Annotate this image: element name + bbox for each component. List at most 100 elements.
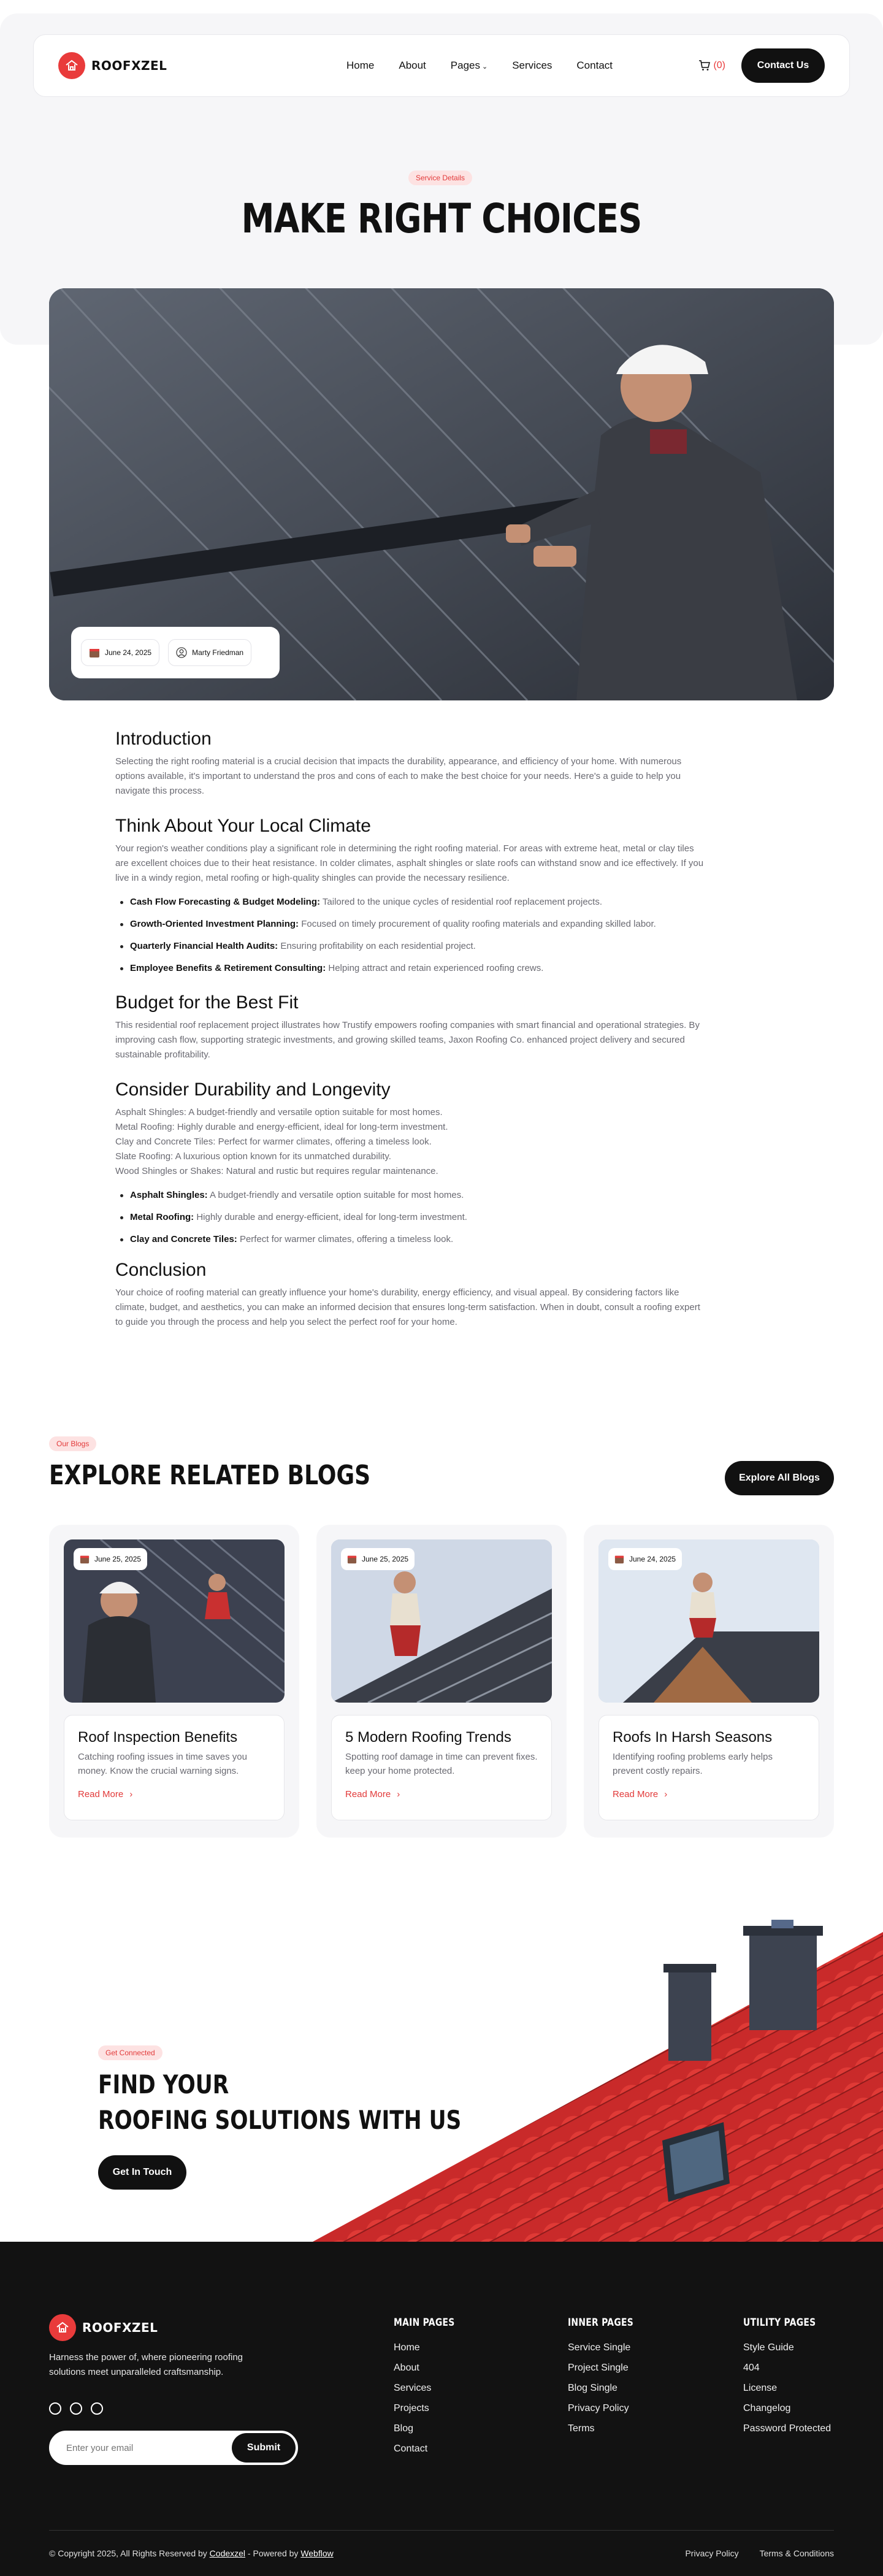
footer-link[interactable]: Project Single xyxy=(568,2363,648,2374)
blog-image: June 25, 2025 xyxy=(331,1539,552,1703)
terms-link[interactable]: Terms & Conditions xyxy=(760,2548,834,2558)
logo-icon xyxy=(58,52,85,79)
budget-paragraph: This residential roof replacement projec… xyxy=(115,1020,700,1060)
cart-button[interactable]: (0) xyxy=(698,60,725,71)
footer-link[interactable]: Service Single xyxy=(568,2342,648,2353)
cta-title-line: FIND YOUR xyxy=(98,2069,229,2099)
intro-paragraph: Selecting the right roofing material is … xyxy=(115,756,682,796)
read-more-label: Read More xyxy=(613,1789,659,1800)
read-more-link[interactable]: Read More › xyxy=(345,1789,538,1800)
nav-contact-link[interactable]: Contact xyxy=(576,59,613,72)
blog-excerpt: Spotting roof damage in time can prevent… xyxy=(345,1752,538,1776)
contact-us-button[interactable]: Contact Us xyxy=(741,48,825,83)
site-footer: ROOFXZEL Harness the power of, where pio… xyxy=(0,2242,883,2576)
chevron-right-icon: › xyxy=(397,1789,400,1800)
footer-link[interactable]: About xyxy=(394,2363,468,2374)
nav-services-link[interactable]: Services xyxy=(512,59,552,72)
cart-count: (0) xyxy=(713,60,725,71)
footer-logo[interactable]: ROOFXZEL xyxy=(49,2314,158,2341)
footer-description: Harness the power of, where pioneering r… xyxy=(49,2352,243,2377)
blog-card[interactable]: June 25, 2025 Roof Inspection Benefits C… xyxy=(49,1525,299,1838)
footer-link[interactable]: License xyxy=(743,2383,831,2394)
nav-about-link[interactable]: About xyxy=(399,59,426,72)
footer-link[interactable]: Services xyxy=(394,2383,468,2394)
pinterest-icon[interactable] xyxy=(91,2402,103,2415)
nav-pages-dropdown[interactable]: Pages ⌄ xyxy=(451,59,487,72)
footer-link[interactable]: Blog Single xyxy=(568,2383,648,2394)
cta-title-line: ROOFING SOLUTIONS WITH US xyxy=(98,2105,462,2135)
get-in-touch-button[interactable]: Get In Touch xyxy=(98,2155,186,2190)
list-item: Employee Benefits & Retirement Consultin… xyxy=(115,962,704,975)
blog-card[interactable]: June 25, 2025 5 Modern Roofing Trends Sp… xyxy=(316,1525,567,1838)
newsletter-form: Submit xyxy=(49,2431,298,2465)
climate-list: Cash Flow Forecasting & Budget Modeling:… xyxy=(115,895,704,975)
calendar-icon xyxy=(80,1555,90,1564)
blog-card[interactable]: June 24, 2025 Roofs In Harsh Seasons Ide… xyxy=(584,1525,834,1838)
footer-link[interactable]: Home xyxy=(394,2342,468,2353)
blog-body: Roofs In Harsh Seasons Identifying roofi… xyxy=(598,1715,819,1820)
blog-title[interactable]: Roof Inspection Benefits xyxy=(78,1729,270,1746)
list-item: Metal Roofing: Highly durable and energy… xyxy=(115,1211,704,1224)
codexzel-link[interactable]: Codexzel xyxy=(210,2548,245,2558)
blog-body: 5 Modern Roofing Trends Spotting roof da… xyxy=(331,1715,552,1820)
hero-image: June 24, 2025 Marty Friedman xyxy=(49,288,834,700)
article-body: Introduction Selecting the right roofing… xyxy=(115,729,704,1330)
footer-link[interactable]: Blog xyxy=(394,2423,468,2434)
read-more-label: Read More xyxy=(345,1789,391,1800)
cta-section: Get Connected FIND YOUR ROOFING SOLUTION… xyxy=(0,1920,883,2242)
blog-title[interactable]: 5 Modern Roofing Trends xyxy=(345,1729,538,1746)
hero-pill: Service Details xyxy=(408,171,473,185)
nav-pages-label: Pages xyxy=(450,59,480,71)
blog-title[interactable]: Roofs In Harsh Seasons xyxy=(613,1729,805,1746)
list-item: Cash Flow Forecasting & Budget Modeling:… xyxy=(115,895,704,909)
durability-list: Asphalt Shingles: A budget-friendly and … xyxy=(115,1189,704,1246)
webflow-link[interactable]: Webflow xyxy=(300,2548,333,2558)
facebook-icon[interactable] xyxy=(49,2402,61,2415)
post-date-chip: June 24, 2025 xyxy=(81,639,160,666)
brand-logo[interactable]: ROOFXZEL xyxy=(58,52,167,79)
copyright-text: © Copyright 2025, All Rights Reserved by xyxy=(49,2548,210,2558)
brand-name: ROOFXZEL xyxy=(82,2320,158,2335)
nav-home-link[interactable]: Home xyxy=(346,59,374,72)
calendar-icon xyxy=(347,1555,357,1564)
post-author-chip: Marty Friedman xyxy=(168,639,252,666)
blog-excerpt: Catching roofing issues in time saves yo… xyxy=(78,1752,247,1776)
read-more-link[interactable]: Read More › xyxy=(613,1789,805,1800)
blog-image: June 25, 2025 xyxy=(64,1539,285,1703)
budget-heading: Budget for the Best Fit xyxy=(115,992,299,1013)
chevron-right-icon: › xyxy=(129,1789,133,1800)
calendar-icon xyxy=(614,1555,624,1564)
list-item: Asphalt Shingles: A budget-friendly and … xyxy=(115,1189,704,1202)
climate-paragraph: Your region's weather conditions play a … xyxy=(115,843,704,883)
blog-date-chip: June 25, 2025 xyxy=(341,1548,415,1570)
footer-link[interactable]: Changelog xyxy=(743,2403,831,2414)
privacy-policy-link[interactable]: Privacy Policy xyxy=(685,2548,738,2558)
footer-link[interactable]: Contact xyxy=(394,2444,468,2455)
read-more-link[interactable]: Read More › xyxy=(78,1789,270,1800)
list-item: Clay and Concrete Tiles: Perfect for war… xyxy=(115,1233,704,1246)
footer-link[interactable]: Style Guide xyxy=(743,2342,831,2353)
footer-link[interactable]: Privacy Policy xyxy=(568,2403,648,2414)
instagram-icon[interactable] xyxy=(70,2402,82,2415)
footer-link[interactable]: Terms xyxy=(568,2423,648,2434)
footer-link[interactable]: Password Protected xyxy=(743,2423,831,2434)
blog-date: June 25, 2025 xyxy=(362,1555,409,1563)
blog-image: June 24, 2025 xyxy=(598,1539,819,1703)
calendar-icon xyxy=(90,649,99,657)
blog-date: June 24, 2025 xyxy=(629,1555,676,1563)
footer-link[interactable]: Projects xyxy=(394,2403,468,2414)
footer-col-utility: UTILITY PAGES Style Guide 404 License Ch… xyxy=(743,2317,831,2444)
intro-heading: Introduction xyxy=(115,729,212,749)
footer-col-title: UTILITY PAGES xyxy=(743,2317,816,2329)
footer-divider xyxy=(49,2530,834,2531)
durability-line: Asphalt Shingles: A budget-friendly and … xyxy=(115,1107,443,1117)
post-meta-card: June 24, 2025 Marty Friedman xyxy=(71,627,280,678)
submit-button[interactable]: Submit xyxy=(232,2433,296,2463)
list-item: Quarterly Financial Health Audits: Ensur… xyxy=(115,940,704,953)
durability-lines: Asphalt Shingles: A budget-friendly and … xyxy=(115,1105,704,1179)
footer-col-title: INNER PAGES xyxy=(568,2317,634,2329)
explore-all-blogs-button[interactable]: Explore All Blogs xyxy=(725,1461,834,1495)
footer-link[interactable]: 404 xyxy=(743,2363,831,2374)
email-field[interactable] xyxy=(66,2442,220,2453)
blog-date-chip: June 25, 2025 xyxy=(74,1548,148,1570)
